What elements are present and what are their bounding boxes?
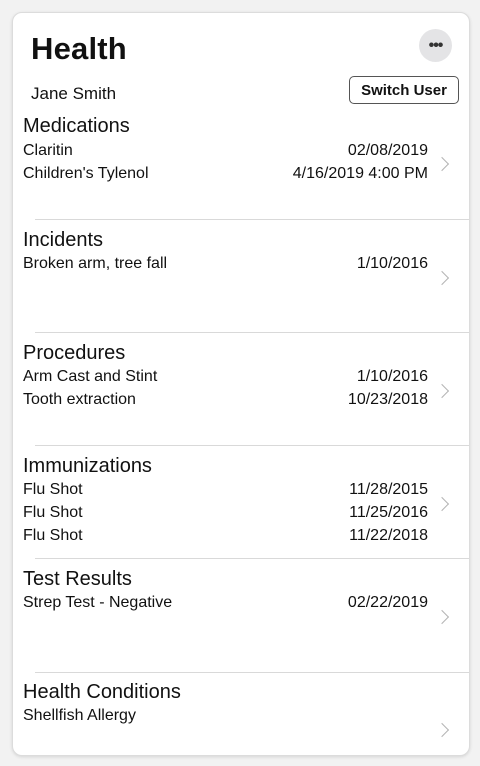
chevron-right-icon (434, 609, 450, 625)
list-item: Shellfish Allergy (23, 707, 428, 730)
section-title: Incidents (23, 229, 104, 251)
list-item: Flu Shot 11/28/2015 (23, 481, 428, 504)
more-options-button[interactable]: ••• (419, 29, 452, 62)
chevron-right-icon (434, 270, 450, 286)
section-title: Immunizations (23, 455, 152, 477)
section-title: Health Conditions (23, 681, 181, 703)
list-item: Claritin 02/08/2019 (23, 142, 428, 165)
divider (35, 558, 469, 559)
list-item: Strep Test - Negative 02/22/2019 (23, 594, 428, 617)
list-item: Tooth extraction 10/23/2018 (23, 391, 428, 414)
item-date: 11/28/2015 (349, 481, 428, 498)
item-date: 1/10/2016 (356, 255, 428, 272)
divider (35, 332, 469, 333)
section-title: Test Results (23, 568, 132, 590)
section-procedures[interactable]: Procedures Arm Cast and Stint 1/10/2016 … (13, 342, 469, 455)
item-label: Flu Shot (23, 481, 83, 498)
ellipsis-icon: ••• (428, 36, 444, 54)
item-date: 4/16/2019 4:00 PM (292, 165, 428, 182)
item-label: Flu Shot (23, 504, 83, 521)
item-label: Arm Cast and Stint (23, 368, 158, 385)
item-label: Flu Shot (23, 527, 83, 544)
chevron-right-icon (434, 383, 450, 399)
section-health-conditions[interactable]: Health Conditions Shellfish Allergy (13, 681, 469, 755)
list-item: Children's Tylenol 4/16/2019 4:00 PM (23, 165, 428, 188)
section-title: Procedures (23, 342, 126, 364)
item-date: 1/10/2016 (356, 368, 428, 385)
list-item: Broken arm, tree fall 1/10/2016 (23, 255, 428, 278)
item-date: 02/08/2019 (347, 142, 428, 159)
item-date: 11/22/2018 (349, 527, 428, 544)
item-label: Broken arm, tree fall (23, 255, 168, 272)
section-medications[interactable]: Medications Claritin 02/08/2019 Children… (13, 115, 469, 228)
item-date: 11/25/2016 (349, 504, 428, 521)
item-label: Strep Test - Negative (23, 594, 173, 611)
page-title: Health (31, 31, 127, 66)
item-label: Claritin (23, 142, 73, 159)
chevron-right-icon (434, 722, 450, 738)
chevron-right-icon (434, 156, 450, 172)
list-item: Arm Cast and Stint 1/10/2016 (23, 368, 428, 391)
switch-user-button[interactable]: Switch User (349, 76, 459, 104)
divider (35, 219, 469, 220)
chevron-right-icon (434, 496, 450, 512)
divider (35, 445, 469, 446)
section-title: Medications (23, 115, 130, 137)
item-label: Children's Tylenol (23, 165, 149, 182)
item-date: 10/23/2018 (347, 391, 428, 408)
list-item: Flu Shot 11/25/2016 (23, 504, 428, 527)
section-incidents[interactable]: Incidents Broken arm, tree fall 1/10/201… (13, 229, 469, 342)
item-date: 02/22/2019 (347, 594, 428, 611)
item-label: Shellfish Allergy (23, 707, 136, 724)
divider (35, 672, 469, 673)
list-item: Flu Shot 11/22/2018 (23, 527, 428, 550)
section-test-results[interactable]: Test Results Strep Test - Negative 02/22… (13, 568, 469, 681)
health-card: Health ••• Jane Smith Switch User Medica… (12, 12, 470, 756)
section-immunizations[interactable]: Immunizations Flu Shot 11/28/2015 Flu Sh… (13, 455, 469, 568)
item-label: Tooth extraction (23, 391, 136, 408)
current-user-name: Jane Smith (31, 84, 117, 103)
